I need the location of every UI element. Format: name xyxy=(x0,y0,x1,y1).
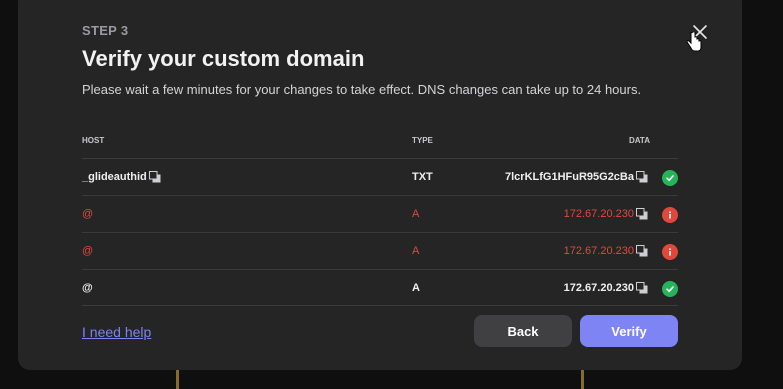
row-type: A xyxy=(412,245,420,257)
row-type: A xyxy=(412,208,420,220)
background-line xyxy=(581,370,584,389)
check-circle-icon xyxy=(662,170,678,186)
row-host: @ xyxy=(82,282,93,294)
row-data: 172.67.20.230 xyxy=(563,208,634,220)
copy-icon[interactable] xyxy=(636,170,648,183)
background-line xyxy=(176,370,179,389)
column-header-data: DATA xyxy=(628,136,650,145)
row-data: 172.67.20.230 xyxy=(563,245,634,257)
row-host: _glideauthid xyxy=(82,171,147,183)
check-circle-icon xyxy=(662,281,678,297)
table-row: @ A 172.67.20.230 xyxy=(82,232,678,269)
row-data: 7lcrKLfG1HFuR95G2cBa xyxy=(505,171,634,183)
copy-icon[interactable] xyxy=(636,207,648,220)
modal-subtitle: Please wait a few minutes for your chang… xyxy=(82,82,642,97)
copy-icon[interactable] xyxy=(636,281,648,294)
table-header: HOST TYPE DATA xyxy=(82,136,678,158)
table-row: @ A 172.67.20.230 xyxy=(82,195,678,232)
info-circle-icon[interactable] xyxy=(662,207,678,223)
verify-domain-modal: STEP 3 Verify your custom domain Please … xyxy=(18,0,742,370)
row-data: 172.67.20.230 xyxy=(563,282,634,294)
verify-button[interactable]: Verify xyxy=(580,315,678,347)
row-host: @ xyxy=(82,208,94,220)
column-header-type: TYPE xyxy=(412,136,433,145)
help-link[interactable]: I need help xyxy=(82,324,151,340)
pointer-cursor-icon xyxy=(686,31,702,54)
modal-title: Verify your custom domain xyxy=(82,46,365,71)
table-row: @ A 172.67.20.230 xyxy=(82,269,678,306)
column-header-host: HOST xyxy=(82,136,105,145)
row-host: @ xyxy=(82,245,94,257)
info-circle-icon[interactable] xyxy=(662,244,678,260)
back-button[interactable]: Back xyxy=(474,315,572,347)
row-type: TXT xyxy=(412,171,433,183)
row-type: A xyxy=(412,282,420,294)
copy-icon[interactable] xyxy=(636,244,648,257)
copy-icon[interactable] xyxy=(149,170,161,183)
step-label: STEP 3 xyxy=(82,23,129,38)
table-row: _glideauthid TXT 7lcrKLfG1HFuR95G2cBa xyxy=(82,158,678,195)
